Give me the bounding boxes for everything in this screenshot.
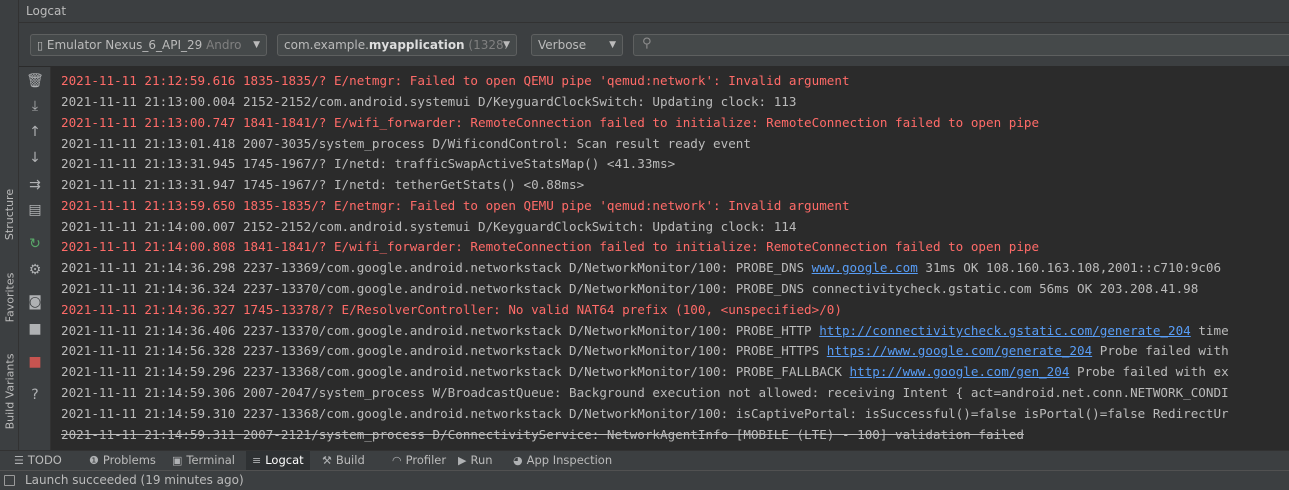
problems-icon: ❶ bbox=[89, 454, 99, 467]
log-line: 2021-11-11 21:12:59.616 1835-1835/? E/ne… bbox=[61, 73, 850, 88]
help-icon[interactable]: ? bbox=[25, 385, 45, 405]
log-line: 2021-11-11 21:14:36.327 1745-13378/? E/R… bbox=[61, 302, 842, 317]
log-line: 2021-11-11 21:13:00.004 2152-2152/com.an… bbox=[61, 94, 797, 109]
tab-label: App Inspection bbox=[526, 453, 613, 467]
status-bar: Launch succeeded (19 minutes ago) bbox=[0, 470, 1289, 490]
tab-profiler[interactable]: ◠ Profiler bbox=[392, 451, 446, 471]
scroll-to-end-icon[interactable]: ⤓ bbox=[25, 96, 45, 116]
print-icon[interactable]: ▤ bbox=[25, 200, 45, 220]
build-variants-label: Build Variants bbox=[3, 353, 17, 429]
log-text-after: time bbox=[1190, 323, 1229, 338]
device-name-suffix: Andro bbox=[202, 38, 242, 52]
build-hammer-icon: ⚒ bbox=[322, 454, 332, 467]
log-line: 2021-11-11 21:13:00.747 1841-1841/? E/wi… bbox=[61, 115, 1040, 130]
log-level-selector[interactable]: Verbose ▼ bbox=[531, 34, 623, 56]
soft-wrap-icon[interactable]: ⇉ bbox=[25, 175, 45, 195]
structure-label: Structure bbox=[3, 188, 17, 240]
process-pid: (1328: bbox=[464, 38, 508, 52]
profiler-icon: ◠ bbox=[392, 454, 402, 467]
tab-problems[interactable]: ❶ Problems bbox=[89, 451, 156, 471]
run-icon: ▶ bbox=[458, 454, 467, 467]
build-variants-tab[interactable]: Build Variants bbox=[0, 346, 19, 436]
tab-label: Run bbox=[470, 453, 493, 467]
log-link[interactable]: http://www.google.com/gen_204 bbox=[850, 364, 1070, 379]
logcat-side-toolbar: 🗑 ⤓ ↑ ↓ ⇉ ▤ ↻ ⚙ ◙ ■ ■ ? bbox=[19, 67, 51, 450]
chevron-down-icon: ▼ bbox=[503, 40, 510, 50]
log-text-after: Probe failed with ex bbox=[1069, 364, 1229, 379]
log-level-value: Verbose bbox=[538, 38, 587, 52]
left-tool-strip: Structure Favorites Build Variants bbox=[0, 0, 19, 490]
tab-label: Problems bbox=[102, 453, 156, 467]
tab-build[interactable]: ⚒ Build bbox=[322, 451, 365, 471]
tab-label: Build bbox=[335, 453, 365, 467]
log-link[interactable]: https://www.google.com/generate_204 bbox=[827, 343, 1092, 358]
log-line: 2021-11-11 21:13:31.945 1745-1967/? I/ne… bbox=[61, 156, 676, 171]
log-line: 2021-11-11 21:13:59.650 1835-1835/? E/ne… bbox=[61, 198, 850, 213]
trash-icon[interactable]: 🗑 bbox=[25, 71, 45, 91]
app-inspection-icon: ◕ bbox=[513, 454, 523, 467]
chevron-down-icon: ▼ bbox=[609, 40, 616, 50]
log-text-after: Probe failed with bbox=[1092, 343, 1229, 358]
todo-icon: ☰ bbox=[14, 454, 24, 467]
log-line: 2021-11-11 21:14:59.310 2237-13368/com.g… bbox=[61, 406, 1229, 421]
settings-icon[interactable]: ⚙ bbox=[25, 260, 45, 280]
stop-icon[interactable]: ■ bbox=[25, 352, 45, 372]
tab-todo[interactable]: ☰ TODO bbox=[14, 451, 62, 471]
log-text: 2021-11-11 21:14:59.296 2237-13368/com.g… bbox=[61, 364, 850, 379]
screen-record-icon[interactable]: ■ bbox=[25, 319, 45, 339]
log-link[interactable]: www.google.com bbox=[812, 260, 918, 275]
process-selector[interactable]: com.example.myapplication (1328: ▼ bbox=[277, 34, 517, 56]
tab-run[interactable]: ▶ Run bbox=[458, 451, 493, 471]
log-output[interactable]: 2021-11-11 21:12:59.616 1835-1835/? E/ne… bbox=[51, 67, 1289, 450]
log-line: 2021-11-11 21:14:59.306 2007-2047/system… bbox=[61, 385, 1229, 400]
tab-logcat[interactable]: ≡ Logcat bbox=[246, 451, 310, 471]
tab-label: TODO bbox=[27, 453, 62, 467]
process-name: myapplication bbox=[368, 38, 465, 52]
log-text: 2021-11-11 21:14:56.328 2237-13369/com.g… bbox=[61, 343, 827, 358]
log-line: 2021-11-11 21:14:36.406 2237-13370/com.g… bbox=[61, 320, 1229, 341]
tab-terminal[interactable]: ▣ Terminal bbox=[172, 451, 235, 471]
tool-window-bar: ☰ TODO ❶ Problems ▣ Terminal ≡ Logcat ⚒ Build ◠ Pro… bbox=[0, 450, 1289, 471]
log-line: 2021-11-11 21:14:36.324 2237-13370/com.g… bbox=[61, 281, 1199, 296]
tab-label: Profiler bbox=[405, 453, 447, 467]
device-name: Emulator Nexus_6_API_29 bbox=[46, 38, 203, 52]
arrow-down-icon[interactable]: ↓ bbox=[25, 148, 45, 168]
log-line: 2021-11-11 21:14:56.328 2237-13369/com.g… bbox=[61, 340, 1229, 361]
restart-icon[interactable]: ↻ bbox=[25, 234, 45, 254]
favorites-tab[interactable]: Favorites bbox=[0, 262, 19, 332]
log-line: 2021-11-11 21:14:00.808 1841-1841/? E/wi… bbox=[61, 239, 1040, 254]
status-text: Launch succeeded (19 minutes ago) bbox=[25, 473, 244, 487]
logcat-icon: ≡ bbox=[252, 454, 262, 467]
search-input[interactable]: ⚲ bbox=[633, 34, 1289, 56]
structure-tab[interactable]: Structure bbox=[0, 178, 19, 250]
search-icon: ⚲ bbox=[642, 36, 652, 51]
panel-title: Logcat bbox=[26, 4, 67, 18]
log-line: 2021-11-11 21:14:00.007 2152-2152/com.an… bbox=[61, 219, 797, 234]
tab-label: Terminal bbox=[186, 453, 236, 467]
arrow-up-icon[interactable]: ↑ bbox=[25, 122, 45, 142]
log-line: 2021-11-11 21:14:36.298 2237-13369/com.g… bbox=[61, 257, 1221, 278]
log-text-after: 31ms OK 108.160.163.108,2001::c710:9c06 bbox=[917, 260, 1222, 275]
log-line: 2021-11-11 21:14:59.311 2007-2121/system… bbox=[61, 427, 1024, 442]
tool-window-icon[interactable] bbox=[4, 475, 15, 486]
device-selector[interactable]: ▯ Emulator Nexus_6_API_29 Andro ▼ bbox=[30, 34, 267, 56]
favorites-label: Favorites bbox=[3, 272, 17, 322]
chevron-down-icon: ▼ bbox=[253, 40, 260, 50]
log-line: 2021-11-11 21:14:59.296 2237-13368/com.g… bbox=[61, 361, 1229, 382]
logcat-toolbar: ▯ Emulator Nexus_6_API_29 Andro ▼ com.ex… bbox=[19, 23, 1289, 67]
process-prefix: com.example. bbox=[284, 38, 369, 52]
terminal-icon: ▣ bbox=[172, 454, 183, 467]
log-link[interactable]: http://connectivitycheck.gstatic.com/gen… bbox=[819, 323, 1191, 338]
log-text: 2021-11-11 21:14:36.298 2237-13369/com.g… bbox=[61, 260, 812, 275]
tab-label: Logcat bbox=[265, 453, 304, 467]
log-line: 2021-11-11 21:13:01.418 2007-3035/system… bbox=[61, 136, 751, 151]
logcat-header: Logcat bbox=[19, 0, 1289, 23]
device-icon: ▯ bbox=[37, 39, 44, 52]
log-text: 2021-11-11 21:14:36.406 2237-13370/com.g… bbox=[61, 323, 820, 338]
screenshot-icon[interactable]: ◙ bbox=[25, 292, 45, 312]
tab-app-inspection[interactable]: ◕ App Inspection bbox=[513, 451, 612, 471]
log-line: 2021-11-11 21:13:31.947 1745-1967/? I/ne… bbox=[61, 177, 585, 192]
